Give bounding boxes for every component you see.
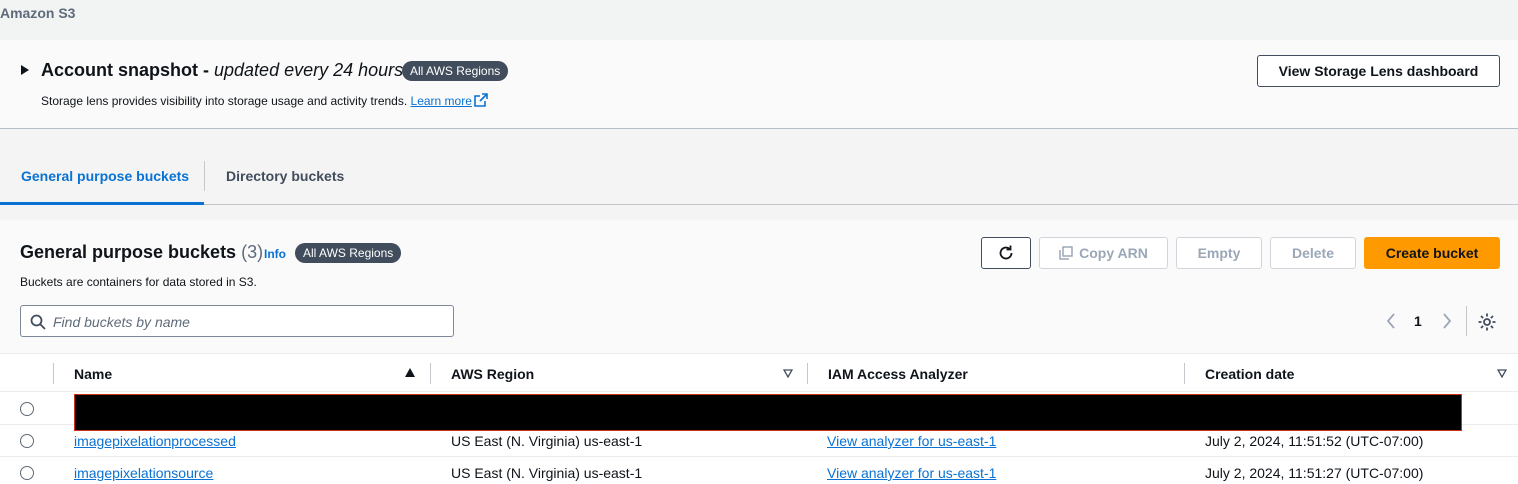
regions-badge: All AWS Regions (402, 61, 509, 81)
delete-button[interactable]: Delete (1270, 237, 1356, 269)
tab-divider (204, 161, 205, 191)
expand-caret-icon[interactable] (21, 65, 29, 75)
panel-regions-badge: All AWS Regions (295, 243, 402, 263)
table-row[interactable]: imagepixelationsource US East (N. Virgin… (0, 457, 1518, 484)
row-radio[interactable] (20, 402, 34, 416)
sort-icon[interactable] (783, 369, 793, 378)
breadcrumb-service[interactable]: Amazon S3 (0, 5, 75, 21)
bucket-region: US East (N. Virginia) us-east-1 (451, 465, 643, 481)
info-link[interactable]: Info (264, 247, 286, 261)
panel-description: Buckets are containers for data stored i… (20, 275, 257, 289)
panel-title: General purpose buckets (3) (20, 242, 263, 263)
copy-icon (1059, 246, 1073, 260)
column-divider[interactable] (1184, 363, 1185, 384)
creation-date: July 2, 2024, 11:51:52 (UTC-07:00) (1205, 433, 1424, 449)
table-header: Name AWS Region IAM Access Analyzer Crea… (0, 353, 1518, 392)
search-field[interactable] (20, 305, 454, 337)
copy-arn-button[interactable]: Copy ARN (1039, 237, 1168, 269)
search-icon (30, 314, 46, 330)
bucket-count: (3) (241, 242, 264, 262)
tab-general-purpose-buckets[interactable]: General purpose buckets (21, 168, 189, 184)
sort-icon[interactable] (1497, 369, 1507, 378)
column-divider (53, 363, 54, 384)
pager-divider (1466, 306, 1467, 336)
column-header-creation-date[interactable]: Creation date (1205, 366, 1294, 382)
gear-icon[interactable] (1477, 312, 1497, 332)
bucket-name-link[interactable]: imagepixelationprocessed (74, 433, 236, 449)
row-radio[interactable] (20, 434, 34, 448)
column-header-name[interactable]: Name (74, 366, 112, 382)
create-bucket-button[interactable]: Create bucket (1364, 237, 1500, 269)
bucket-type-tabs: General purpose buckets Directory bucket… (0, 129, 1518, 205)
sort-ascending-icon[interactable] (405, 368, 415, 377)
snapshot-title-text: Account snapshot - (41, 60, 215, 80)
search-input[interactable] (53, 312, 443, 332)
empty-button[interactable]: Empty (1176, 237, 1262, 269)
account-snapshot-panel: Account snapshot - updated every 24 hour… (0, 40, 1518, 129)
refresh-button[interactable] (981, 237, 1031, 269)
creation-date: July 2, 2024, 11:51:27 (UTC-07:00) (1205, 465, 1424, 481)
bucket-region: US East (N. Virginia) us-east-1 (451, 433, 643, 449)
view-analyzer-link[interactable]: View analyzer for us-east-1 (827, 465, 996, 481)
snapshot-description-text: Storage lens provides visibility into st… (41, 94, 411, 108)
view-analyzer-link[interactable]: View analyzer for us-east-1 (827, 433, 996, 449)
column-divider[interactable] (430, 363, 431, 384)
column-divider[interactable] (807, 363, 808, 384)
column-header-region[interactable]: AWS Region (451, 366, 534, 382)
chevron-left-icon[interactable] (1384, 312, 1398, 330)
active-tab-indicator (0, 202, 204, 205)
external-link-icon[interactable] (474, 93, 488, 107)
table-row[interactable]: imagepixelationprocessed US East (N. Vir… (0, 425, 1518, 457)
snapshot-description: Storage lens provides visibility into st… (41, 93, 488, 108)
view-storage-lens-button[interactable]: View Storage Lens dashboard (1257, 55, 1500, 87)
buckets-table: Name AWS Region IAM Access Analyzer Crea… (0, 353, 1518, 484)
snapshot-title-italic: updated every 24 hours (214, 60, 404, 80)
tab-directory-buckets[interactable]: Directory buckets (226, 168, 344, 184)
refresh-icon (999, 245, 1013, 260)
column-header-analyzer[interactable]: IAM Access Analyzer (828, 366, 968, 382)
snapshot-title[interactable]: Account snapshot - updated every 24 hour… (41, 60, 403, 81)
chevron-right-icon[interactable] (1440, 312, 1454, 330)
table-row[interactable] (0, 393, 1518, 431)
row-radio[interactable] (20, 466, 34, 480)
breadcrumb: Amazon S3 (0, 0, 1518, 40)
bucket-name-link[interactable]: imagepixelationsource (74, 465, 213, 481)
learn-more-link[interactable]: Learn more (411, 94, 472, 108)
current-page[interactable]: 1 (1414, 313, 1422, 329)
copy-arn-label: Copy ARN (1079, 245, 1148, 261)
panel-title-text: General purpose buckets (20, 242, 237, 262)
